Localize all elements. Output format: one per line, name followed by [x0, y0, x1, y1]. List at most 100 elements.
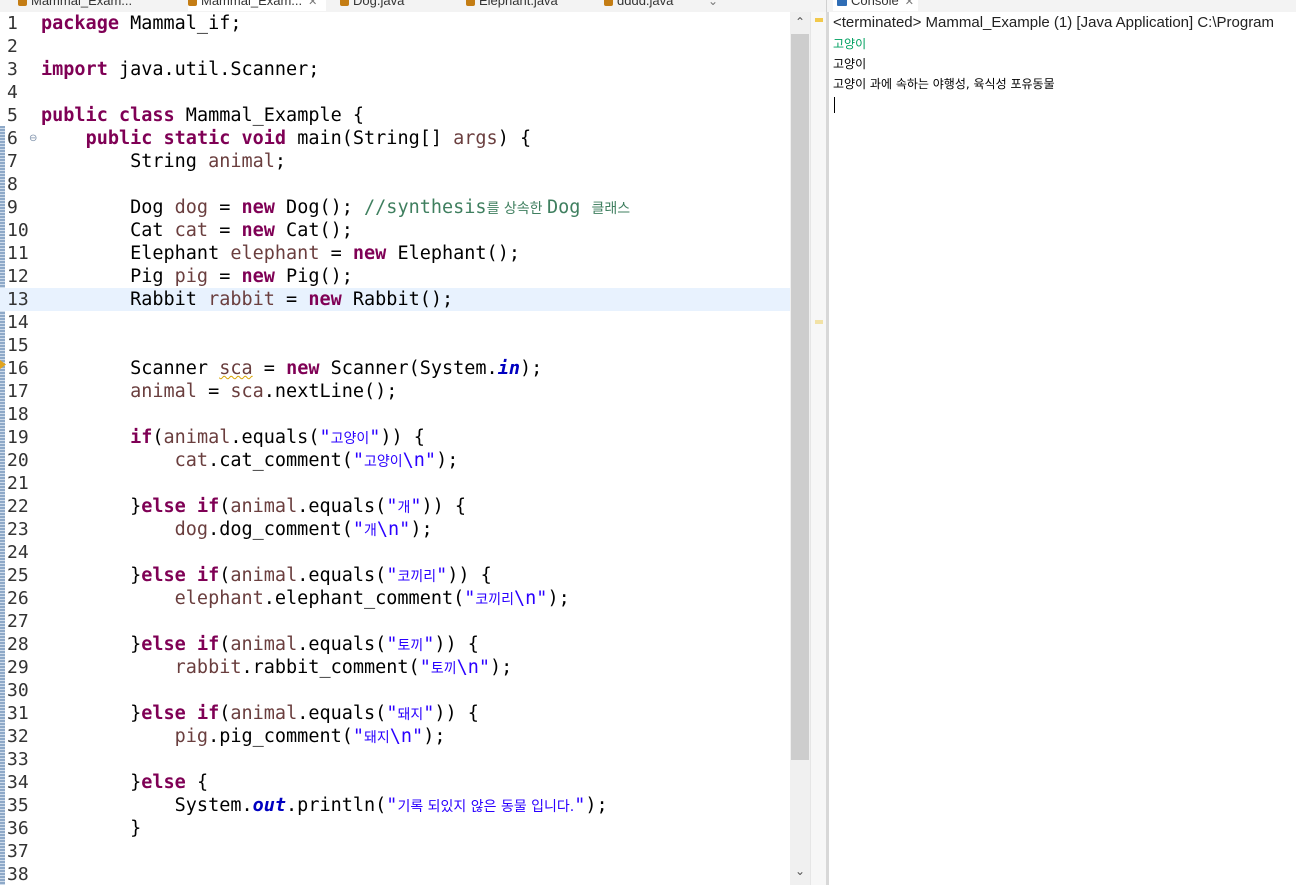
code-line[interactable]: 14	[0, 311, 790, 334]
line-number: 9	[7, 197, 18, 218]
line-number: 11	[7, 243, 29, 264]
code-line[interactable]: 19 if(animal.equals("고양이")) {	[0, 426, 790, 449]
code-line[interactable]: 12 Pig pig = new Pig();	[0, 265, 790, 288]
code-text: public class Mammal_Example {	[41, 105, 365, 126]
console-line: 고양이	[833, 37, 867, 51]
java-file-icon	[466, 0, 475, 7]
line-number: 18	[7, 404, 29, 425]
java-file-icon	[340, 0, 349, 7]
editor-tab-label: Dog.java	[353, 0, 405, 8]
code-line[interactable]: 10 Cat cat = new Cat();	[0, 219, 790, 242]
code-text: }else if(animal.equals("코끼리")) {	[41, 565, 492, 586]
editor-tab[interactable]: Mammal_Exam... ✕	[188, 0, 326, 11]
line-number: 2	[7, 36, 18, 57]
code-text: }else if(animal.equals("토끼")) {	[41, 634, 479, 655]
code-line[interactable]: 8	[0, 173, 790, 196]
code-line[interactable]: 3 import java.util.Scanner;	[0, 58, 790, 81]
code-text: }	[41, 818, 142, 839]
chevron-down-icon[interactable]: ⌄	[708, 0, 718, 8]
code-line[interactable]: 23 dog.dog_comment("개\n");	[0, 518, 790, 541]
code-line[interactable]: 4	[0, 81, 790, 104]
code-line[interactable]: 28 }else if(animal.equals("토끼")) {	[0, 633, 790, 656]
java-file-icon	[18, 0, 27, 7]
code-line[interactable]: 35 System.out.println("기록 되있지 않은 동물 입니다.…	[0, 794, 790, 817]
code-line[interactable]: 13 Rabbit rabbit = new Rabbit();	[0, 288, 790, 311]
code-line[interactable]: 33	[0, 748, 790, 771]
line-number: 1	[7, 13, 18, 34]
line-number: 37	[7, 841, 29, 862]
code-line[interactable]: 5 public class Mammal_Example {	[0, 104, 790, 127]
code-line[interactable]: 6 public static void main(String[] args)…	[0, 127, 790, 150]
console-process-label: <terminated> Mammal_Example (1) [Java Ap…	[833, 14, 1275, 31]
line-number: 27	[7, 611, 29, 632]
line-number: 35	[7, 795, 29, 816]
tab-console[interactable]: Console ✕	[833, 0, 918, 11]
line-number: 8	[7, 174, 18, 195]
console-view[interactable]: <terminated> Mammal_Example (1) [Java Ap…	[826, 12, 1296, 885]
code-line[interactable]: 18	[0, 403, 790, 426]
code-line[interactable]: 2	[0, 35, 790, 58]
code-line[interactable]: 29 rabbit.rabbit_comment("토끼\n");	[0, 656, 790, 679]
line-number: 33	[7, 749, 29, 770]
code-editor[interactable]: 1 package Mammal_if; 2 3 import java.util.Sc…	[0, 12, 826, 885]
code-line[interactable]: 11 Elephant elephant = new Elephant();	[0, 242, 790, 265]
code-line[interactable]: 27	[0, 610, 790, 633]
console-line: 고양이 과에 속하는 야행성, 육식성 포유동물	[833, 77, 1055, 91]
code-text: }else if(animal.equals("돼지")) {	[41, 703, 479, 724]
code-text: cat.cat_comment("고양이\n");	[174, 450, 459, 471]
line-number: 25	[7, 565, 29, 586]
code-line[interactable]: 7 String animal;	[0, 150, 790, 173]
warning-overview-marker[interactable]	[815, 18, 823, 22]
code-text: Rabbit rabbit = new Rabbit();	[41, 289, 454, 310]
scroll-thumb[interactable]	[791, 34, 809, 760]
code-line[interactable]: 21	[0, 472, 790, 495]
code-line[interactable]: 25 }else if(animal.equals("코끼리")) {	[0, 564, 790, 587]
code-text: System.out.println("기록 되있지 않은 동물 입니다.");	[41, 795, 608, 816]
code-line[interactable]: 32 pig.pig_comment("돼지\n");	[0, 725, 790, 748]
editor-vertical-scrollbar[interactable]: ⌃ ⌄	[790, 12, 810, 885]
occurrence-overview-marker[interactable]	[815, 320, 823, 324]
line-number: 5	[7, 105, 18, 126]
code-text: Scanner sca = new Scanner(System.in);	[41, 358, 543, 379]
code-line[interactable]: 38	[0, 863, 790, 885]
code-line[interactable]: 16 Scanner sca = new Scanner(System.in);	[0, 357, 790, 380]
warning-marker-icon[interactable]	[0, 360, 6, 369]
editor-tab-label: Mammal_Exam...	[201, 0, 303, 8]
editor-tab[interactable]: Dog.java	[340, 0, 440, 11]
code-line[interactable]: 22 }else if(animal.equals("개")) {	[0, 495, 790, 518]
editor-tab[interactable]: dddd.java	[604, 0, 694, 11]
code-line[interactable]: 37	[0, 840, 790, 863]
java-file-icon	[188, 0, 197, 7]
line-number: 7	[7, 151, 18, 172]
editor-tab[interactable]: Mammal_Exam...	[18, 0, 136, 11]
chevron-down-icon[interactable]: ⌄	[790, 861, 810, 881]
console-line: 고양이	[833, 57, 867, 71]
code-line[interactable]: 26 elephant.elephant_comment("코끼리\n");	[0, 587, 790, 610]
line-number: 21	[7, 473, 29, 494]
code-line[interactable]: 30	[0, 679, 790, 702]
code-line[interactable]: 34 }else {	[0, 771, 790, 794]
editor-tab-label: dddd.java	[617, 0, 674, 8]
line-number: 14	[7, 312, 29, 333]
code-line[interactable]: 1 package Mammal_if;	[0, 12, 790, 35]
close-icon[interactable]: ✕	[905, 0, 914, 8]
code-line[interactable]: 15	[0, 334, 790, 357]
code-line[interactable]: 24	[0, 541, 790, 564]
line-number: 12	[7, 266, 29, 287]
code-line[interactable]: 20 cat.cat_comment("고양이\n");	[0, 449, 790, 472]
code-line[interactable]: 31 }else if(animal.equals("돼지")) {	[0, 702, 790, 725]
code-line[interactable]: 36 }	[0, 817, 790, 840]
code-line[interactable]: 9 Dog dog = new Dog(); //synthesis를 상속한 …	[0, 196, 790, 219]
code-line[interactable]: 17 animal = sca.nextLine();	[0, 380, 790, 403]
minus-circle-icon[interactable]: ⊖	[29, 127, 37, 150]
editor-tab-label: Elephant.java	[479, 0, 558, 8]
code-text: Dog dog = new Dog(); //synthesis를 상속한 Do…	[41, 197, 631, 218]
editor-tab[interactable]: Elephant.java	[466, 0, 584, 11]
chevron-up-icon[interactable]: ⌃	[790, 12, 810, 32]
console-tab-strip: Console ✕	[826, 0, 1296, 12]
close-icon[interactable]: ✕	[308, 0, 317, 8]
line-number: 15	[7, 335, 29, 356]
editor-tab-label: Mammal_Exam...	[31, 0, 133, 8]
line-number: 3	[7, 59, 18, 80]
overview-ruler[interactable]	[810, 12, 827, 885]
